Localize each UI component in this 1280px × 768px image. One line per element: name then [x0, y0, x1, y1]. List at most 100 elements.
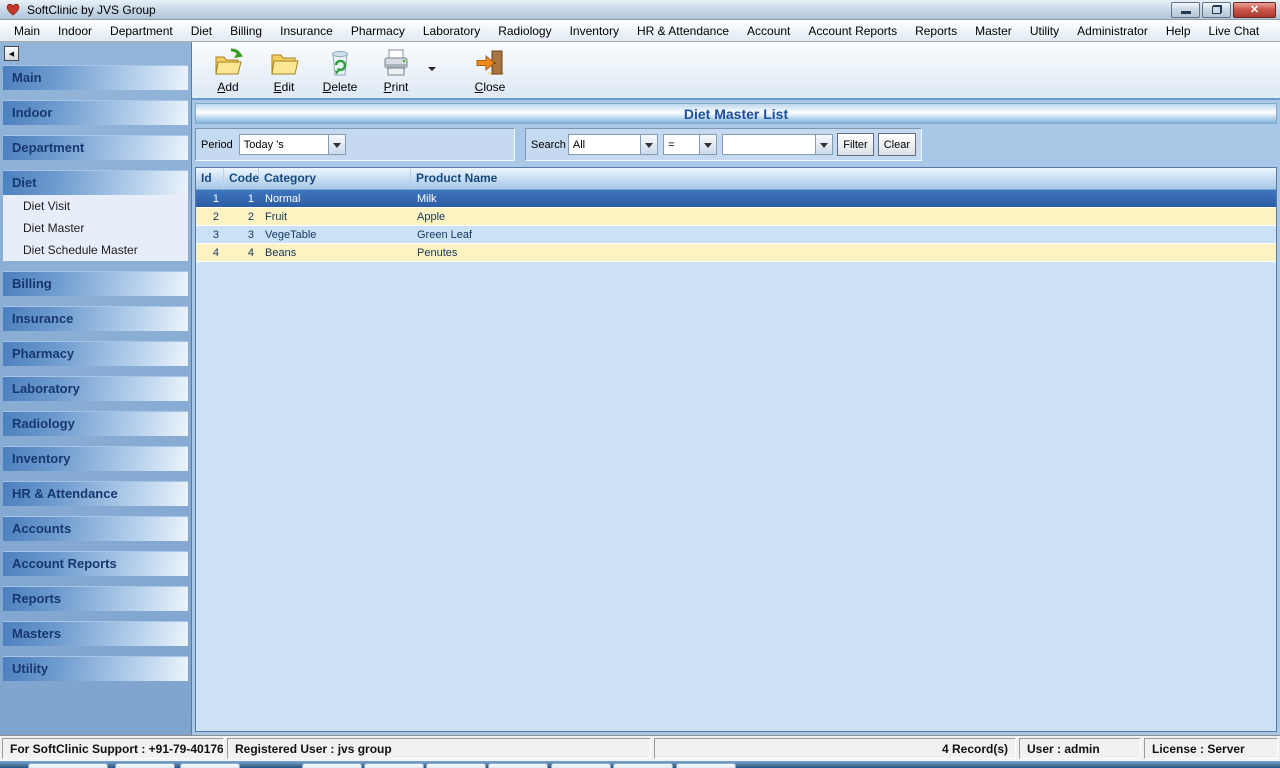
column-header-category[interactable]: Category — [259, 168, 411, 189]
period-select[interactable]: Today 's — [238, 134, 346, 155]
sidebar-item-department[interactable]: Department — [3, 135, 188, 160]
diet-submenu: Diet Visit Diet Master Diet Schedule Mas… — [3, 195, 188, 261]
table-row-selected[interactable]: 1 1 Normal Milk — [196, 190, 1276, 208]
print-button[interactable]: Print — [368, 45, 424, 94]
cell-product-name: Penutes — [417, 246, 458, 259]
cell-category: Normal — [265, 192, 301, 205]
clear-button[interactable]: Clear — [877, 133, 916, 156]
table-row[interactable]: 4 4 Beans Penutes — [196, 244, 1276, 262]
grid-header-row: Id Code Category Product Name — [196, 168, 1276, 190]
restore-button[interactable] — [1202, 1, 1231, 18]
menu-item-laboratory[interactable]: Laboratory — [414, 21, 489, 41]
status-user: User : admin — [1019, 738, 1141, 759]
table-row[interactable]: 2 2 Fruit Apple — [196, 208, 1276, 226]
sidebar-item-laboratory[interactable]: Laboratory — [3, 376, 188, 401]
menu-item-master[interactable]: Master — [966, 21, 1021, 41]
sidebar-item-hr-attendance[interactable]: HR & Attendance — [3, 481, 188, 506]
menu-item-live-chat[interactable]: Live Chat — [1200, 21, 1269, 41]
menu-item-reports[interactable]: Reports — [906, 21, 966, 41]
search-field-value: All — [572, 138, 586, 151]
table-row[interactable]: 3 3 VegeTable Green Leaf — [196, 226, 1276, 244]
menu-item-main[interactable]: Main — [5, 21, 49, 41]
search-text-combo[interactable] — [721, 134, 834, 155]
delete-button[interactable]: Delete — [312, 45, 368, 94]
search-field-select[interactable]: All — [567, 134, 659, 155]
search-label: Search — [531, 138, 566, 151]
menu-item-administrator[interactable]: Administrator — [1068, 21, 1157, 41]
taskbar-button[interactable] — [676, 763, 736, 768]
menu-item-utility[interactable]: Utility — [1021, 21, 1068, 41]
menu-item-department[interactable]: Department — [101, 21, 182, 41]
cell-id: 4 — [212, 246, 219, 259]
menu-item-hr-attendance[interactable]: HR & Attendance — [628, 21, 738, 41]
sidebar: ◀ Main Indoor Department Diet Diet Visit… — [0, 42, 192, 735]
cell-code: 2 — [247, 210, 254, 223]
cell-category: Fruit — [265, 210, 287, 223]
menu-item-billing[interactable]: Billing — [221, 21, 271, 41]
taskbar-button[interactable] — [364, 763, 424, 768]
filter-button[interactable]: Filter — [837, 133, 874, 156]
delete-button-label: Delete — [322, 80, 358, 94]
taskbar-button[interactable] — [302, 763, 362, 768]
menu-item-insurance[interactable]: Insurance — [271, 21, 342, 41]
menu-item-account[interactable]: Account — [738, 21, 799, 41]
sidebar-item-pharmacy[interactable]: Pharmacy — [3, 341, 188, 366]
menu-item-account-reports[interactable]: Account Reports — [799, 21, 906, 41]
title-bar: SoftClinic by JVS Group ✕ — [0, 0, 1280, 20]
sidebar-item-indoor[interactable]: Indoor — [3, 100, 188, 125]
sidebar-item-diet[interactable]: Diet — [3, 170, 188, 195]
search-operator-select[interactable]: = — [663, 134, 717, 155]
taskbar-button[interactable] — [551, 763, 611, 768]
period-label: Period — [201, 138, 233, 151]
window-title: SoftClinic by JVS Group — [27, 2, 156, 17]
chevron-down-icon[interactable] — [640, 135, 658, 154]
sidebar-item-accounts[interactable]: Accounts — [3, 516, 188, 541]
column-header-product-name[interactable]: Product Name — [411, 168, 1276, 189]
taskbar-button[interactable] — [180, 763, 240, 768]
close-button[interactable]: Close — [462, 45, 518, 94]
sidebar-item-main[interactable]: Main — [3, 65, 188, 90]
status-record-count: 4 Record(s) — [654, 738, 1016, 759]
menu-item-indoor[interactable]: Indoor — [49, 21, 101, 41]
toolbar: Add Edit Delete Print Close — [192, 42, 1280, 100]
sidebar-item-insurance[interactable]: Insurance — [3, 306, 188, 331]
app-logo-heart-icon — [6, 3, 20, 16]
close-window-button[interactable]: ✕ — [1233, 1, 1276, 18]
period-filter-panel: Period Today 's — [195, 128, 515, 161]
menu-item-radiology[interactable]: Radiology — [489, 21, 560, 41]
sidebar-item-reports[interactable]: Reports — [3, 586, 188, 611]
sidebar-item-inventory[interactable]: Inventory — [3, 446, 188, 471]
add-button[interactable]: Add — [200, 45, 256, 94]
sidebar-subitem-diet-visit[interactable]: Diet Visit — [3, 195, 188, 217]
sidebar-item-utility[interactable]: Utility — [3, 656, 188, 681]
edit-button[interactable]: Edit — [256, 45, 312, 94]
close-button-label: Close — [474, 80, 506, 94]
chevron-down-icon[interactable] — [815, 135, 833, 154]
menu-item-pharmacy[interactable]: Pharmacy — [342, 21, 414, 41]
taskbar-button[interactable] — [488, 763, 548, 768]
taskbar-button[interactable] — [115, 763, 175, 768]
sidebar-subitem-diet-schedule-master[interactable]: Diet Schedule Master — [3, 239, 188, 261]
menu-bar: Main Indoor Department Diet Billing Insu… — [0, 20, 1280, 42]
taskbar-button[interactable] — [426, 763, 486, 768]
column-header-code[interactable]: Code — [224, 168, 259, 189]
sidebar-collapse-button[interactable]: ◀ — [4, 46, 19, 61]
taskbar-button[interactable] — [613, 763, 673, 768]
minimize-button[interactable] — [1171, 1, 1200, 18]
sidebar-item-billing[interactable]: Billing — [3, 271, 188, 296]
taskbar-button[interactable] — [28, 763, 108, 768]
column-header-id[interactable]: Id — [196, 168, 224, 189]
menu-item-help[interactable]: Help — [1157, 21, 1200, 41]
chevron-down-icon[interactable] — [327, 135, 345, 154]
menu-item-diet[interactable]: Diet — [182, 21, 221, 41]
content-area: Diet Master List Period Today 's Search … — [192, 100, 1280, 735]
sidebar-subitem-diet-master[interactable]: Diet Master — [3, 217, 188, 239]
chevron-down-icon[interactable] — [698, 135, 716, 154]
sidebar-item-account-reports[interactable]: Account Reports — [3, 551, 188, 576]
sidebar-item-radiology[interactable]: Radiology — [3, 411, 188, 436]
menu-item-inventory[interactable]: Inventory — [561, 21, 628, 41]
sidebar-item-masters[interactable]: Masters — [3, 621, 188, 646]
print-dropdown-arrow[interactable] — [424, 45, 440, 93]
status-support: For SoftClinic Support : +91-79-40176666 — [2, 738, 224, 759]
cell-product-name: Apple — [417, 210, 446, 223]
